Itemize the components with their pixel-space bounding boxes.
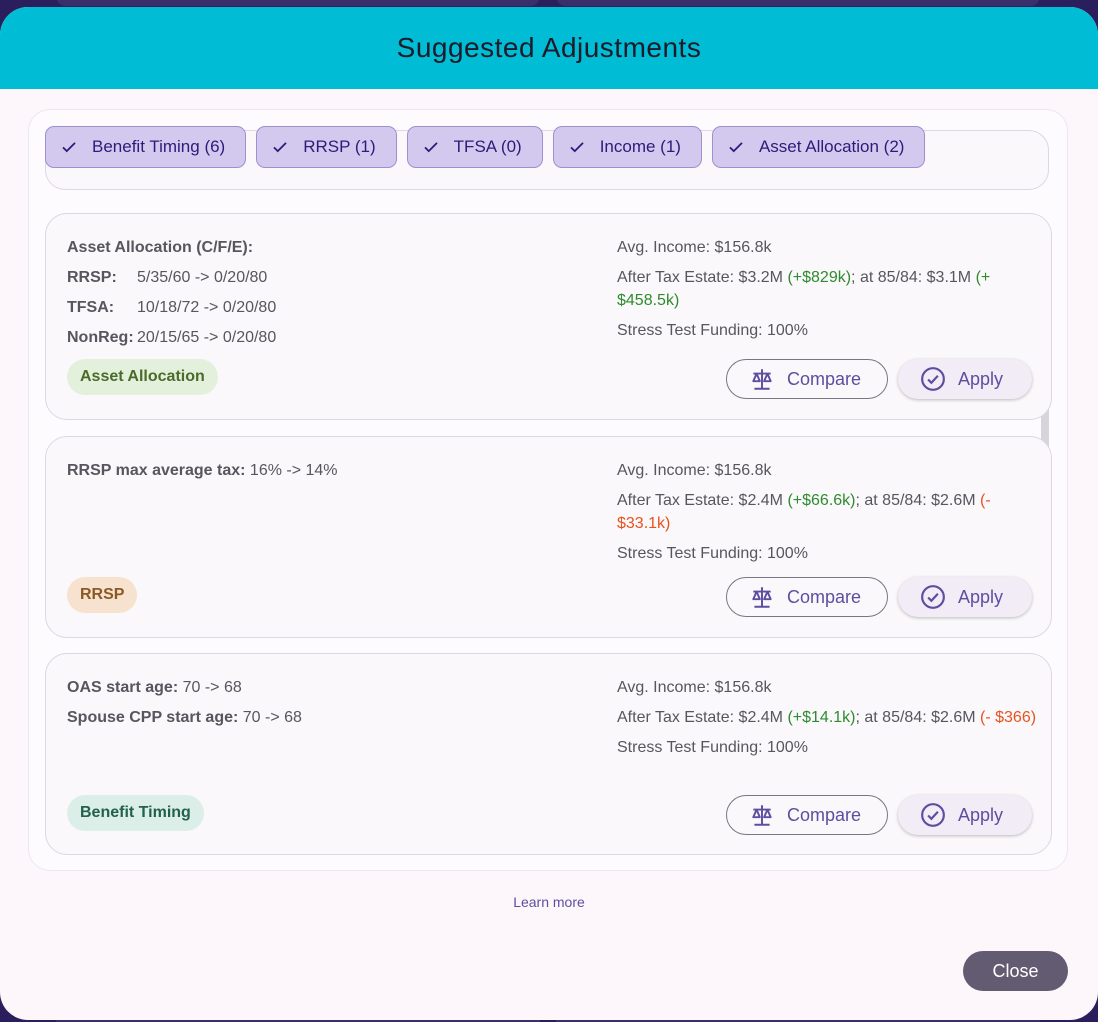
dialog-header: Suggested Adjustments [0, 7, 1098, 89]
apply-button[interactable]: Apply [898, 795, 1032, 835]
chip-label: RRSP (1) [303, 137, 376, 156]
chip-label: Income (1) [599, 137, 681, 156]
compare-button[interactable]: Compare [726, 577, 888, 617]
after-tax-estate: After Tax Estate: $3.2M (+$829k); at 85/… [617, 269, 991, 309]
background-card-personal-details [56, 0, 540, 6]
chip-label: Benefit Timing (6) [92, 137, 226, 156]
check-circle-icon [921, 367, 945, 391]
suggestion-details: Asset Allocation (C/F/E): RRSP: 5/35/60 -… [67, 236, 587, 356]
apply-button[interactable]: Apply [898, 359, 1032, 399]
category-tag: RRSP [67, 577, 138, 613]
avg-income: Avg. Income: $156.8k [617, 239, 772, 256]
suggestion-results: Avg. Income: $156.8k After Tax Estate: $… [617, 459, 1037, 572]
category-tag: Benefit Timing [67, 795, 204, 831]
check-icon [570, 142, 584, 153]
check-icon [729, 142, 743, 153]
oas-start-age: OAS start age: 70 -> 68 [67, 679, 242, 696]
filter-chip-tfsa[interactable]: TFSA (0) [406, 126, 543, 168]
avg-income: Avg. Income: $156.8k [617, 679, 772, 696]
suggestion-details: RRSP max average tax: 16% -> 14% [67, 459, 587, 489]
close-button[interactable]: Close [963, 951, 1068, 991]
card-heading: Asset Allocation (C/F/E): [67, 239, 254, 256]
suggested-adjustments-dialog: Suggested Adjustments Benefit Timing (6)… [0, 7, 1098, 1020]
stress-test-funding: Stress Test Funding: 100% [617, 322, 808, 339]
suggestion-details: OAS start age: 70 -> 68 Spouse CPP start… [67, 676, 587, 736]
suggestion-card-rrsp: RRSP max average tax: 16% -> 14% Avg. In… [45, 436, 1052, 638]
category-tag: Asset Allocation [67, 359, 218, 395]
filter-chips: Benefit Timing (6) RRSP (1) TFSA (0) Inc… [45, 126, 926, 168]
check-circle-icon [921, 803, 945, 827]
check-icon [62, 142, 76, 153]
rrsp-max-tax: RRSP max average tax: 16% -> 14% [67, 462, 338, 479]
allocation-row: RRSP: 5/35/60 -> 0/20/80 [67, 269, 268, 286]
suggestion-results: Avg. Income: $156.8k After Tax Estate: $… [617, 676, 1037, 766]
balance-scale-icon [752, 587, 772, 608]
learn-more-row: Learn more [0, 894, 1098, 910]
filter-chip-asset-allocation[interactable]: Asset Allocation (2) [711, 126, 926, 168]
allocation-row: NonReg: 20/15/65 -> 0/20/80 [67, 329, 277, 346]
apply-button[interactable]: Apply [898, 577, 1032, 617]
adjustments-panel: Benefit Timing (6) RRSP (1) TFSA (0) Inc… [28, 109, 1068, 871]
suggestion-results: Avg. Income: $156.8k After Tax Estate: $… [617, 236, 1037, 349]
balance-scale-icon [752, 369, 772, 390]
learn-more-link[interactable]: Learn more [513, 894, 585, 910]
after-tax-estate: After Tax Estate: $2.4M (+$14.1k); at 85… [617, 709, 1037, 726]
check-icon [424, 142, 438, 153]
filter-chip-rrsp[interactable]: RRSP (1) [256, 126, 397, 168]
allocation-row: TFSA: 10/18/72 -> 0/20/80 [67, 299, 277, 316]
stress-test-funding: Stress Test Funding: 100% [617, 545, 808, 562]
check-icon [273, 142, 287, 153]
compare-button[interactable]: Compare [726, 795, 888, 835]
suggestion-card-asset-allocation: Asset Allocation (C/F/E): RRSP: 5/35/60 -… [45, 213, 1052, 420]
after-tax-estate: After Tax Estate: $2.4M (+$66.6k); at 85… [617, 492, 991, 532]
avg-income: Avg. Income: $156.8k [617, 462, 772, 479]
filter-chip-income[interactable]: Income (1) [552, 126, 702, 168]
chip-label: Asset Allocation (2) [758, 137, 905, 156]
balance-scale-icon [752, 805, 772, 826]
background-card-registered-accounts [556, 0, 1040, 6]
chip-label: TFSA (0) [453, 137, 522, 156]
suggestion-card-benefit-timing: OAS start age: 70 -> 68 Spouse CPP start… [45, 653, 1052, 855]
stress-test-funding: Stress Test Funding: 100% [617, 739, 808, 756]
spouse-cpp-start-age: Spouse CPP start age: 70 -> 68 [67, 709, 302, 726]
filter-chip-benefit-timing[interactable]: Benefit Timing (6) [45, 126, 247, 168]
check-circle-icon [921, 585, 945, 609]
compare-button[interactable]: Compare [726, 359, 888, 399]
dialog-title: Suggested Adjustments [396, 32, 702, 63]
